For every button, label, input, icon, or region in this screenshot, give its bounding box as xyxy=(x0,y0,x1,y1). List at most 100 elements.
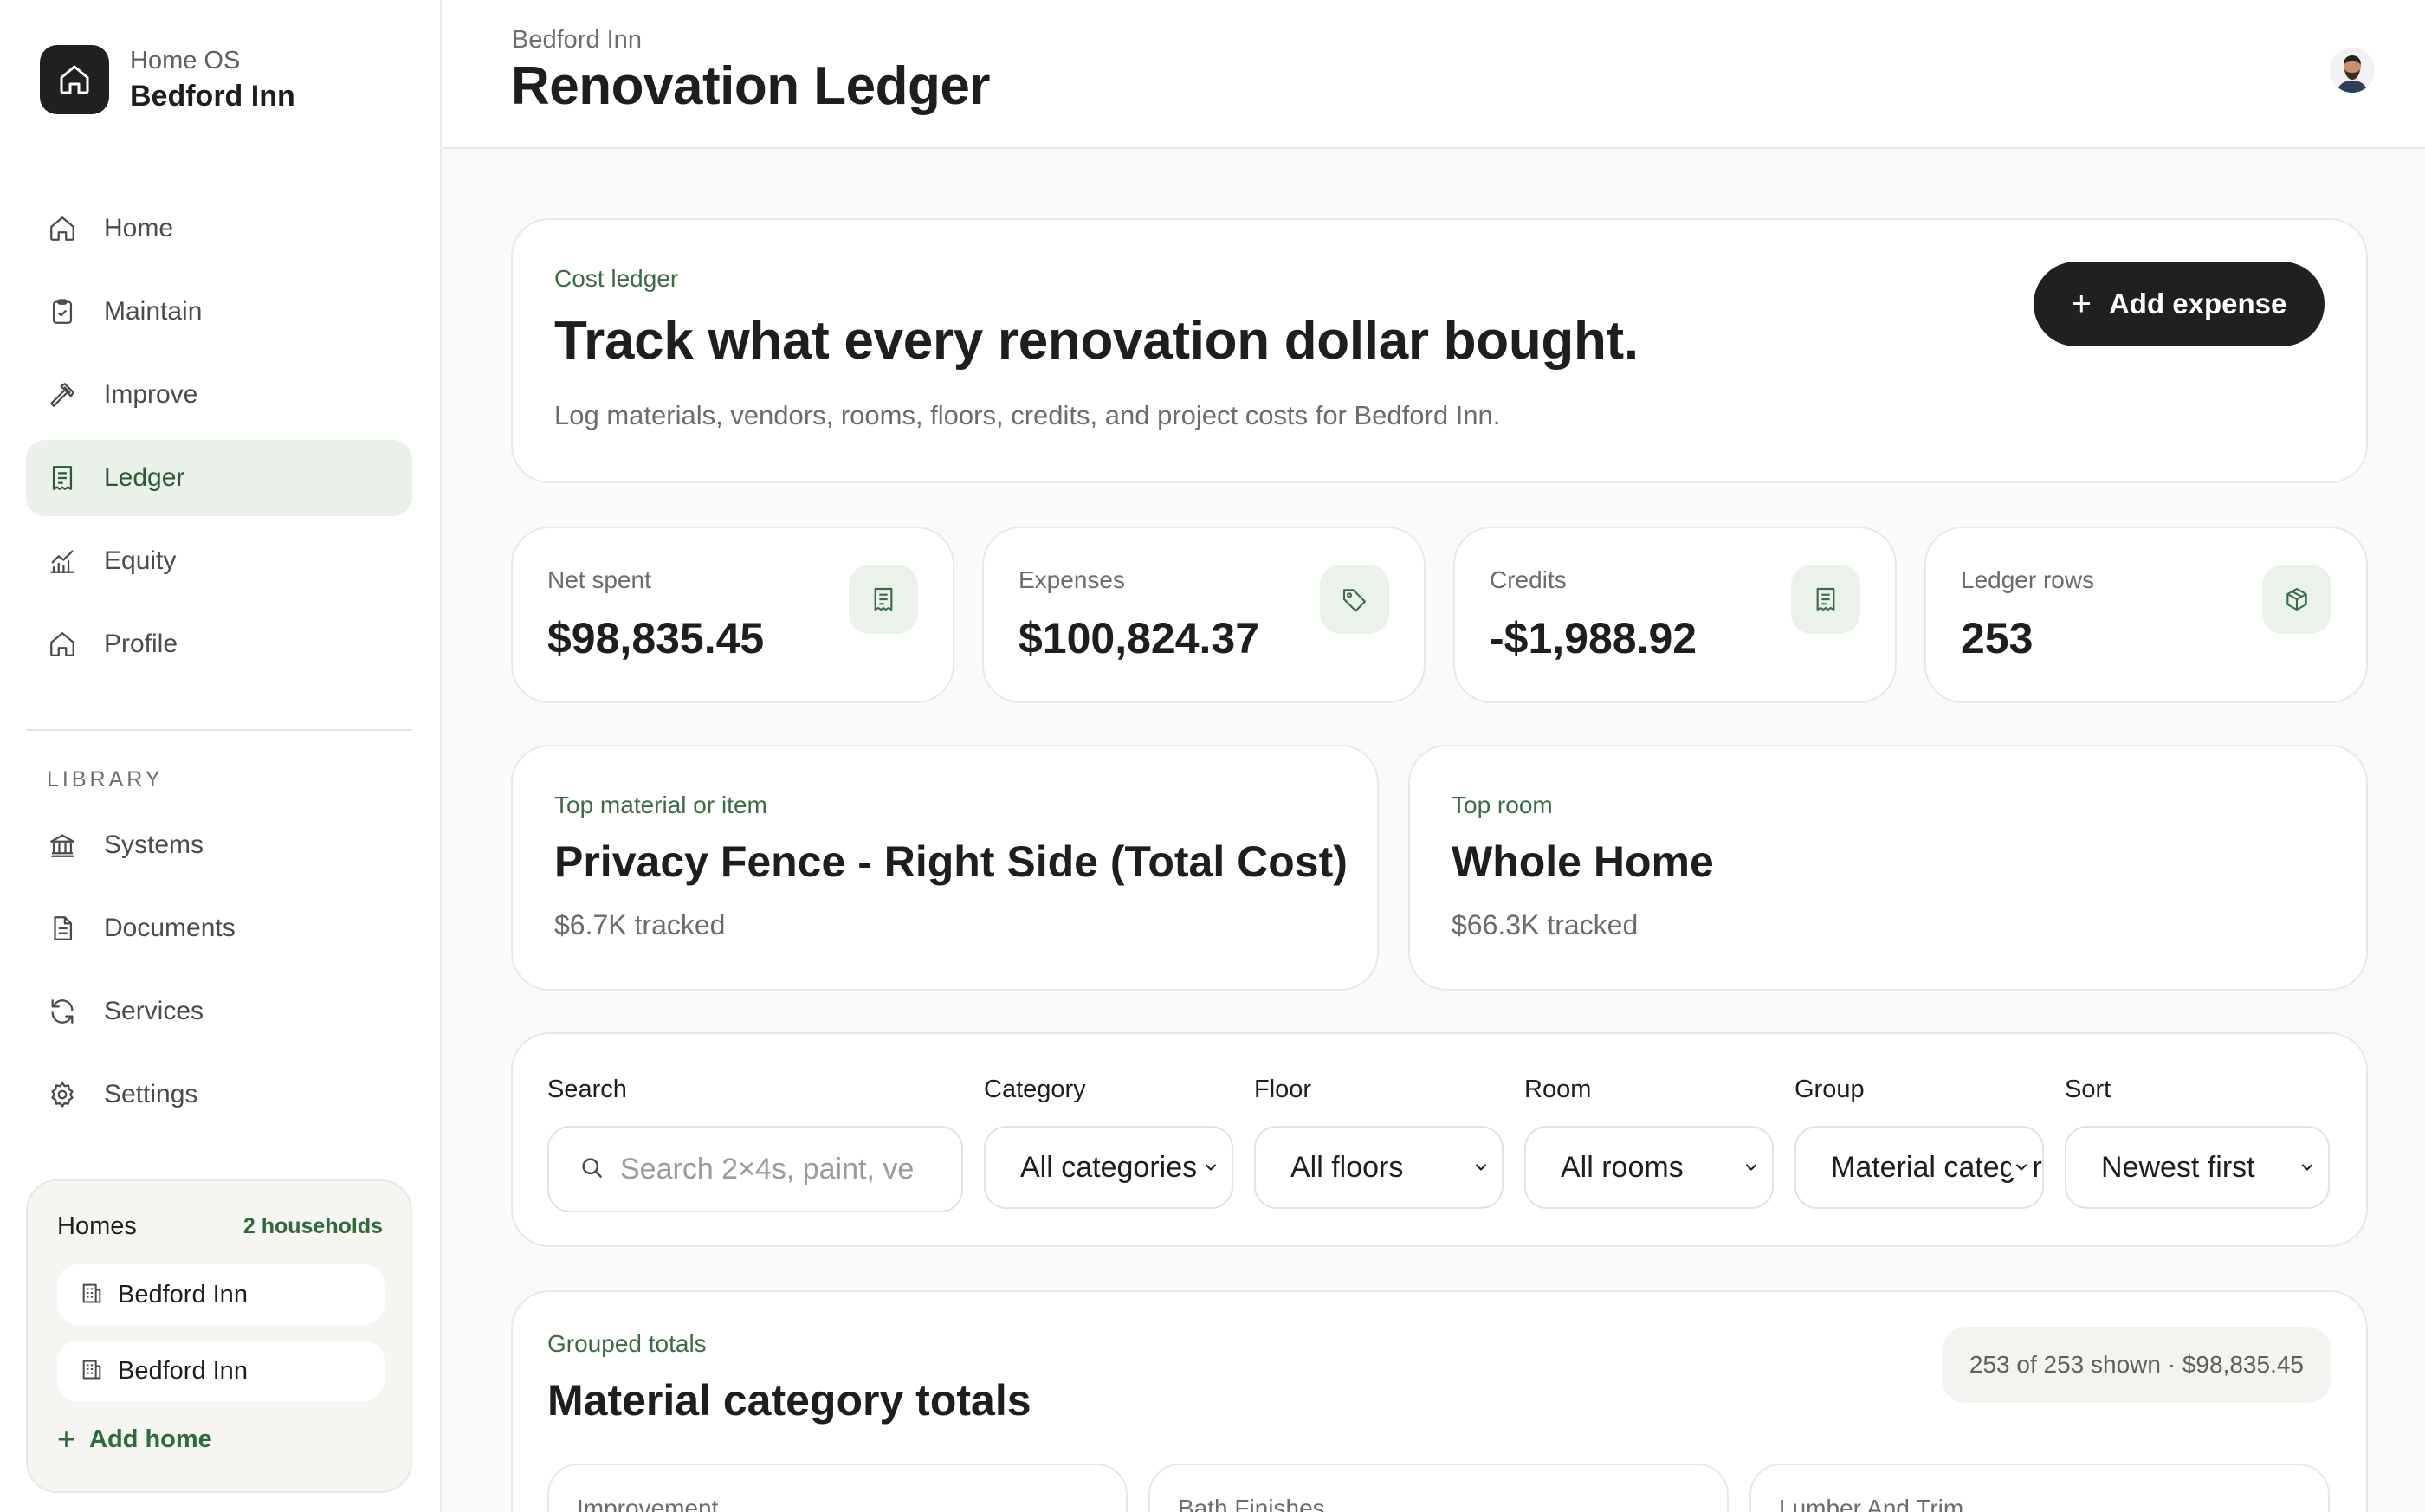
hero-title: Track what every renovation dollar bough… xyxy=(554,311,1639,371)
chevron-down-icon xyxy=(1200,1157,1221,1178)
nav-item-services[interactable]: Services xyxy=(26,973,412,1050)
box-icon xyxy=(2262,565,2331,634)
nav-item-maintain[interactable]: Maintain xyxy=(26,274,412,350)
nav-label: Improve xyxy=(104,380,198,409)
top-material-title: Privacy Fence - Right Side (Total Cost) xyxy=(554,837,1348,886)
brand-subtitle: Home OS xyxy=(130,47,241,74)
stat-label: Net spent xyxy=(547,566,651,593)
category-name: Improvement xyxy=(577,1495,719,1512)
search-icon xyxy=(579,1154,605,1185)
nav-item-equity[interactable]: Equity xyxy=(26,523,412,599)
homes-card: Homes 2 households Bedford Inn Bedford I… xyxy=(26,1179,412,1493)
top-material-card: Top material or item Privacy Fence - Rig… xyxy=(511,745,1379,991)
grouped-title: Material category totals xyxy=(547,1376,1031,1425)
sort-select[interactable]: Newest first xyxy=(2065,1126,2330,1209)
stat-card-net-spent: Net spent $98,835.45 xyxy=(511,527,954,703)
hero-eyebrow: Cost ledger xyxy=(554,265,679,292)
nav-label: Profile xyxy=(104,630,178,658)
sidebar: Home OS Bedford Inn Home Maintain Improv… xyxy=(0,0,442,1512)
room-label: Room xyxy=(1524,1076,1592,1103)
home-item-label: Bedford Inn xyxy=(118,1356,248,1385)
search-label: Search xyxy=(547,1076,627,1103)
stat-label: Credits xyxy=(1490,566,1567,593)
chevron-down-icon xyxy=(2011,1157,2032,1178)
home-item[interactable]: Bedford Inn xyxy=(57,1264,385,1325)
page-subtitle: Bedford Inn xyxy=(512,26,642,54)
shown-summary-badge: 253 of 253 shown · $98,835.45 xyxy=(1941,1327,2331,1403)
sort-value: Newest first xyxy=(2101,1150,2255,1184)
sidebar-divider xyxy=(26,729,412,731)
tag-icon xyxy=(1320,565,1389,634)
document-icon xyxy=(47,913,78,944)
receipt-icon xyxy=(1791,565,1860,634)
library-nav: Systems Documents Services Settings xyxy=(26,807,412,1140)
brand-title: Bedford Inn xyxy=(130,80,295,113)
clipboard-check-icon xyxy=(47,296,78,327)
plus-icon: + xyxy=(57,1421,76,1457)
hero-description: Log materials, vendors, rooms, floors, c… xyxy=(554,400,1501,430)
category-total-card[interactable]: Bath Finishes xyxy=(1148,1464,1729,1512)
nav-label: Equity xyxy=(104,546,177,575)
nav-label: Documents xyxy=(104,914,236,942)
grouped-totals-card: Grouped totals Material category totals … xyxy=(511,1290,2368,1512)
add-expense-button[interactable]: + Add expense xyxy=(2034,262,2325,346)
nav-label: Settings xyxy=(104,1080,198,1108)
building-icon xyxy=(80,1281,104,1309)
search-input[interactable] xyxy=(620,1152,915,1186)
gear-icon xyxy=(47,1079,78,1110)
library-heading: LIBRARY xyxy=(47,767,164,792)
page-header: Bedford Inn Renovation Ledger xyxy=(443,0,2425,149)
nav-item-improve[interactable]: Improve xyxy=(26,357,412,433)
add-expense-label: Add expense xyxy=(2108,288,2287,320)
nav-label: Ledger xyxy=(104,463,185,492)
floor-value: All floors xyxy=(1290,1150,1404,1184)
brand[interactable]: Home OS Bedford Inn xyxy=(40,45,295,114)
building-icon xyxy=(80,1357,104,1386)
chevron-down-icon xyxy=(1471,1157,1491,1178)
category-label: Category xyxy=(984,1076,1086,1103)
add-home-label: Add home xyxy=(89,1425,212,1453)
room-value: All rooms xyxy=(1561,1150,1684,1184)
top-room-amount: $66.3K tracked xyxy=(1452,909,1639,940)
search-field[interactable] xyxy=(547,1126,963,1212)
nav-item-systems[interactable]: Systems xyxy=(26,807,412,883)
home-icon xyxy=(40,45,109,114)
stat-value: $100,824.37 xyxy=(1018,614,1260,662)
receipt-icon xyxy=(849,565,918,634)
nav-label: Systems xyxy=(104,830,204,859)
category-name: Bath Finishes xyxy=(1178,1495,1325,1512)
category-total-card[interactable]: Lumber And Trim xyxy=(1749,1464,2330,1512)
home-item[interactable]: Bedford Inn xyxy=(57,1341,385,1401)
room-select[interactable]: All rooms xyxy=(1524,1126,1774,1209)
nav-item-profile[interactable]: Profile xyxy=(26,606,412,682)
user-avatar[interactable] xyxy=(2330,48,2375,93)
nav-item-settings[interactable]: Settings xyxy=(26,1056,412,1133)
top-room-eyebrow: Top room xyxy=(1452,792,1553,818)
stat-card-expenses: Expenses $100,824.37 xyxy=(982,527,1426,703)
home-icon xyxy=(47,213,78,244)
home-icon xyxy=(47,629,78,660)
homes-count: 2 households xyxy=(242,1214,383,1238)
refresh-icon xyxy=(47,996,78,1027)
group-select[interactable]: Material category xyxy=(1794,1126,2044,1209)
stat-label: Ledger rows xyxy=(1961,566,2095,593)
stat-card-credits: Credits -$1,988.92 xyxy=(1453,527,1897,703)
bank-icon xyxy=(47,830,78,861)
stat-card-ledger-rows: Ledger rows 253 xyxy=(1924,527,2368,703)
sort-label: Sort xyxy=(2065,1076,2111,1103)
stat-label: Expenses xyxy=(1018,566,1125,593)
category-total-card[interactable]: Improvement xyxy=(547,1464,1128,1512)
plus-icon: + xyxy=(2071,285,2092,323)
floor-label: Floor xyxy=(1254,1076,1312,1103)
top-room-title: Whole Home xyxy=(1452,837,1714,886)
nav-item-documents[interactable]: Documents xyxy=(26,890,412,966)
nav-item-ledger[interactable]: Ledger xyxy=(26,440,412,516)
nav-label: Home xyxy=(104,214,174,242)
add-home-button[interactable]: + Add home xyxy=(57,1424,212,1455)
grouped-eyebrow: Grouped totals xyxy=(547,1330,707,1357)
hammer-icon xyxy=(47,379,78,410)
category-select[interactable]: All categories xyxy=(984,1126,1233,1209)
nav-item-home[interactable]: Home xyxy=(26,191,412,267)
stat-value: $98,835.45 xyxy=(547,614,765,662)
floor-select[interactable]: All floors xyxy=(1254,1126,1504,1209)
